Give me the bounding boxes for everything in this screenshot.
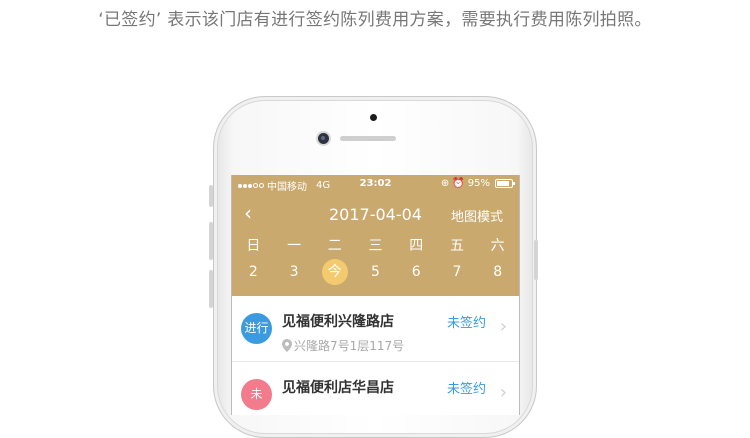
status-bar: 中国移动 4G 23:02 ⊕ ⏰ 95% <box>232 178 519 194</box>
front-camera-icon <box>318 133 329 144</box>
power-button <box>534 240 538 280</box>
caption-text: ‘已签约’ 表示该门店有进行签约陈列费用方案，需要执行费用陈列拍照。 <box>98 10 652 30</box>
date-cell[interactable]: 3 <box>274 259 315 285</box>
nav-bar: ‹ 2017-04-04 地图模式 <box>232 202 519 226</box>
volume-up-button <box>209 222 213 260</box>
mute-switch <box>209 185 213 207</box>
weekday-label: 四 <box>409 238 424 254</box>
store-list: 进行 见福便利兴隆路店 兴隆路7号1层117号 未签约 › 未 见福便利店华昌店… <box>232 296 519 415</box>
store-name: 见福便利兴隆路店 <box>282 314 394 330</box>
battery-percent: 95% <box>467 178 490 189</box>
date-number: 今 <box>321 259 348 285</box>
date-number: 3 <box>289 264 299 280</box>
app-header: 中国移动 4G 23:02 ⊕ ⏰ 95% ‹ 2017-04-04 地图模式 … <box>232 175 519 296</box>
earpiece-speaker <box>340 136 396 141</box>
weekday-label: 二 <box>327 238 342 254</box>
lock-rotation-icon: ⊕ <box>440 178 450 189</box>
date-cell[interactable]: 2 <box>233 259 274 285</box>
weekday-label: 三 <box>368 238 383 254</box>
weekday-label: 一 <box>287 238 302 254</box>
proximity-sensor <box>370 114 377 121</box>
store-status-badge: 进行 <box>241 313 272 344</box>
date-cell[interactable]: 5 <box>355 259 396 285</box>
phone-screen: 中国移动 4G 23:02 ⊕ ⏰ 95% ‹ 2017-04-04 地图模式 … <box>231 175 520 415</box>
weekday-label: 五 <box>449 238 464 254</box>
date-cell[interactable]: 6 <box>396 259 437 285</box>
date-row: 2 3 今 5 6 7 8 <box>233 259 518 285</box>
store-row[interactable]: 未 见福便利店华昌店 未签约 › <box>232 362 519 415</box>
alarm-icon: ⏰ <box>452 178 465 189</box>
store-status-badge: 未 <box>241 379 272 410</box>
date-number: 6 <box>411 264 421 280</box>
chevron-right-icon: › <box>499 316 507 337</box>
volume-down-button <box>209 270 213 308</box>
date-cell-today[interactable]: 今 <box>314 259 355 285</box>
weekday-label: 六 <box>490 238 505 254</box>
sign-status: 未签约 <box>446 316 486 331</box>
date-number: 8 <box>493 264 503 280</box>
store-row[interactable]: 进行 见福便利兴隆路店 兴隆路7号1层117号 未签约 › <box>232 296 519 362</box>
map-mode-button[interactable]: 地图模式 <box>451 206 503 225</box>
date-cell[interactable]: 8 <box>477 259 518 285</box>
date-cell[interactable]: 7 <box>437 259 478 285</box>
weekday-row: 日 一 二 三 四 五 六 <box>233 235 518 255</box>
store-name: 见福便利店华昌店 <box>282 380 394 396</box>
date-number: 5 <box>371 264 380 280</box>
date-number: 7 <box>452 264 462 280</box>
weekday-label: 日 <box>246 238 261 254</box>
date-number: 2 <box>248 264 258 280</box>
store-address: 兴隆路7号1层117号 <box>282 337 404 354</box>
battery-icon <box>495 179 515 188</box>
sign-status: 未签约 <box>446 382 486 397</box>
store-address-text: 兴隆路7号1层117号 <box>294 339 405 353</box>
location-pin-icon <box>282 339 292 352</box>
